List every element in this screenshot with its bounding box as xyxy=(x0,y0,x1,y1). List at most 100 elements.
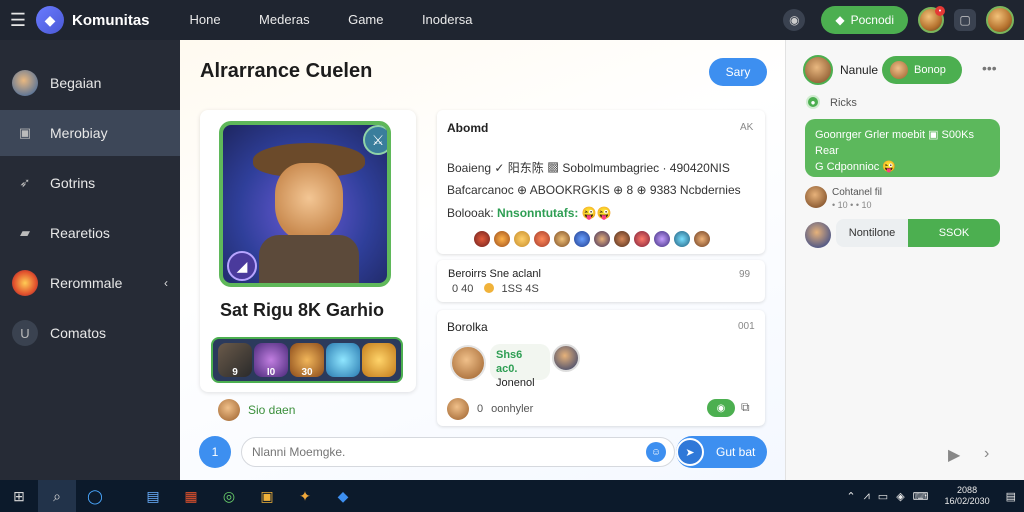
sidebar-item-rerommale[interactable]: Rerommale ‹ xyxy=(0,260,180,306)
rocket-icon: ➶ xyxy=(19,175,31,190)
avatar[interactable] xyxy=(552,344,580,372)
avatar[interactable] xyxy=(594,231,610,247)
avatar[interactable] xyxy=(654,231,670,247)
split-right[interactable]: SSOK xyxy=(908,219,1000,247)
split-left[interactable]: Nontilone xyxy=(836,219,908,247)
chevron-up-icon[interactable]: ⌃ xyxy=(846,490,855,503)
emoji-icon[interactable]: ☺ xyxy=(646,442,666,462)
app-icon[interactable]: ▣ xyxy=(248,480,286,512)
avatar[interactable] xyxy=(494,231,510,247)
avatar xyxy=(890,61,908,79)
skill-icon[interactable]: I0 xyxy=(254,343,288,378)
card-subline: 0 40 1SS 4S xyxy=(452,283,539,295)
gamepad-icon[interactable]: ◉ xyxy=(783,9,806,31)
cortana-icon[interactable]: ◯ xyxy=(76,480,114,512)
brand-name: Komunitas xyxy=(72,11,150,29)
row-line: Cohtanel fil xyxy=(832,187,883,198)
game-app-icon[interactable]: ✦ xyxy=(286,480,324,512)
send-icon[interactable]: ➤ xyxy=(676,438,704,466)
store-icon[interactable]: ▦ xyxy=(172,480,210,512)
notification-avatar[interactable]: • xyxy=(918,6,945,33)
bubble-line: Rear xyxy=(815,145,839,157)
hero-class-icon: ◢ xyxy=(227,251,257,281)
card-title: Borolka xyxy=(447,320,488,334)
nav-link[interactable]: Hone xyxy=(190,12,221,27)
info-link[interactable]: Nnsonntutafs: xyxy=(497,206,578,220)
copy-icon[interactable]: ⧉ xyxy=(741,400,750,415)
play-icon[interactable]: ▶ xyxy=(948,445,960,465)
notification-center-icon[interactable]: ▤ xyxy=(1006,490,1016,503)
avatar[interactable] xyxy=(447,398,469,420)
avatar[interactable] xyxy=(534,231,550,247)
sidebar-item-comatos[interactable]: U Comatos xyxy=(0,310,180,356)
hero-footer[interactable]: Sio daen xyxy=(218,399,295,421)
chevron-right-icon[interactable]: › xyxy=(984,445,989,463)
network-icon[interactable]: ⩘ xyxy=(864,490,870,503)
sidebar-item-begaian[interactable]: Begaian xyxy=(0,60,180,106)
info-line: Boaieng ✓ 阳东陈 ▩ Sobolmumbagriec · 490420… xyxy=(447,161,730,175)
right-panel xyxy=(785,40,1024,480)
skill-icon[interactable]: 9 xyxy=(218,343,252,378)
inbox-icon[interactable]: ▢ xyxy=(954,9,976,31)
card-title: Beroirrs Sne aclanl xyxy=(448,268,541,280)
page-title: Alrarrance Cuelen xyxy=(200,60,373,82)
avatar[interactable] xyxy=(554,231,570,247)
clock[interactable]: 2088 16/02/2030 xyxy=(945,485,990,507)
sidebar-item-rearetios[interactable]: ▰ Rearetios xyxy=(0,210,180,256)
story-button[interactable]: Sary xyxy=(709,58,767,86)
attach-button[interactable]: 1 xyxy=(199,436,231,468)
hero-name: Sat Rigu 8K Garhio xyxy=(220,300,385,320)
sidebar-item-merobiay[interactable]: ▣ Merobiay xyxy=(0,110,180,156)
avatar[interactable] xyxy=(574,231,590,247)
message-bubble: Goonrger Grler moebit ▣ S00Ks Rear G Cdp… xyxy=(805,119,1000,177)
stat-value: 0 40 xyxy=(452,283,474,295)
file-explorer-icon[interactable]: ▤ xyxy=(134,480,172,512)
user-avatar[interactable] xyxy=(986,6,1014,34)
edge-icon[interactable]: ◆ xyxy=(324,480,362,512)
action-pill-button[interactable]: ◆ Pocnodi xyxy=(821,6,908,34)
menu-icon[interactable]: ☰ xyxy=(0,0,36,40)
sidebar-item-label: Rerommale xyxy=(50,275,123,291)
status-text: Ricks xyxy=(830,97,857,109)
sidebar-item-gotrins[interactable]: ➶ Gotrins xyxy=(0,160,180,206)
avatar[interactable] xyxy=(803,55,833,85)
battery-icon[interactable]: ▭ xyxy=(878,490,888,503)
keyboard-icon[interactable]: ⌨ xyxy=(913,490,929,503)
square-icon: ▣ xyxy=(18,125,32,140)
bubble-title: Shs6 ac0. xyxy=(496,349,523,375)
windows-start-icon[interactable]: ⊞ xyxy=(0,480,38,512)
hero-footer-label: Sio daen xyxy=(248,403,296,417)
avatar[interactable] xyxy=(634,231,650,247)
chevron-left-icon[interactable]: ‹ xyxy=(164,276,168,290)
profile-pill-button[interactable]: Bonop xyxy=(882,56,962,84)
skill-icon[interactable] xyxy=(362,343,396,377)
nav-link[interactable]: Game xyxy=(348,12,383,27)
avatar[interactable] xyxy=(805,186,827,208)
avatar[interactable] xyxy=(805,222,831,248)
toggle-icon[interactable]: ◉ xyxy=(707,399,735,417)
split-button[interactable]: Nontilone SSOK xyxy=(836,219,1000,247)
skill-icon[interactable] xyxy=(326,343,360,377)
nav-link[interactable]: Inodersa xyxy=(422,12,473,27)
nav-link[interactable]: Mederas xyxy=(259,12,310,27)
search-icon[interactable]: ⌕ xyxy=(38,480,76,512)
bubble-line: G Cdponnioc 😜 xyxy=(815,161,896,173)
browser-icon[interactable]: ◎ xyxy=(210,480,248,512)
avatar[interactable] xyxy=(694,231,710,247)
avatar[interactable] xyxy=(614,231,630,247)
avatar[interactable] xyxy=(450,345,486,381)
hero-icon xyxy=(12,270,38,296)
volume-icon[interactable]: ◈ xyxy=(896,490,904,503)
summary-card[interactable] xyxy=(437,260,765,302)
u-icon: U xyxy=(12,320,38,346)
avatar[interactable] xyxy=(674,231,690,247)
message-input[interactable] xyxy=(241,437,675,467)
avatar[interactable] xyxy=(514,231,530,247)
avatar[interactable] xyxy=(474,231,490,247)
more-icon[interactable]: ••• xyxy=(982,60,997,76)
skill-icon[interactable]: 30 xyxy=(290,343,324,378)
pill-label: Bonop xyxy=(914,64,946,76)
taskbar: ⊞ ⌕ ◯ ▤ ▦ ◎ ▣ ✦ ◆ ⌃ ⩘ ▭ ◈ ⌨ 2088 16/02/2… xyxy=(0,480,1024,512)
notification-badge: • xyxy=(935,6,945,16)
clock-date: 16/02/2030 xyxy=(944,496,990,506)
